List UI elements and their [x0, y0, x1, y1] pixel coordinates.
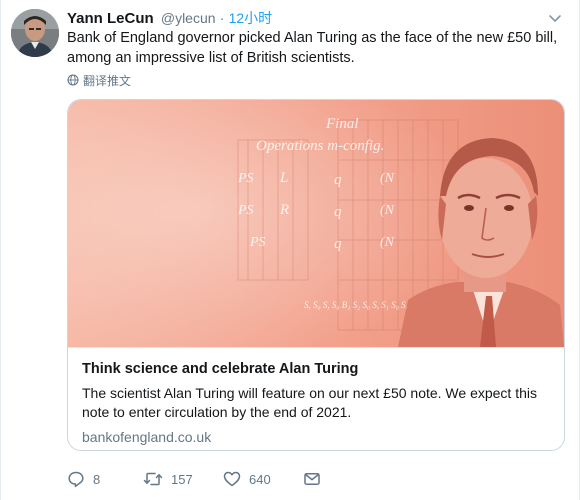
retweet-icon: [143, 472, 163, 486]
author-handle[interactable]: @ylecun: [161, 10, 216, 26]
translate-link[interactable]: 翻译推文: [67, 72, 131, 88]
direct-message-button[interactable]: [303, 470, 343, 488]
card-image-text: q: [334, 236, 342, 252]
card-image-text: S, S₀ S, S₀ B₁ S₂ S₀ S, S₁ S₀ S₀ B₂: [304, 300, 420, 310]
card-image[interactable]: Final Operations m-config. PS L q (N PS …: [68, 100, 564, 347]
reply-count: 8: [93, 471, 101, 487]
retweet-count: 157: [171, 471, 193, 487]
card-domain[interactable]: bankofengland.co.uk: [82, 428, 550, 446]
tweet[interactable]: Yann LeCun @ylecun · 12小时 Bank of Englan…: [0, 0, 580, 500]
like-count: 640: [249, 471, 271, 487]
like-button[interactable]: 640: [223, 470, 303, 488]
reply-icon: [68, 471, 84, 488]
card-description: The scientist Alan Turing will feature o…: [82, 385, 537, 420]
retweet-button[interactable]: 157: [143, 470, 223, 488]
heart-icon: [223, 471, 241, 487]
chevron-down-icon[interactable]: [545, 8, 565, 28]
tweet-header: Yann LeCun @ylecun · 12小时: [67, 8, 272, 28]
envelope-icon: [304, 473, 320, 485]
card-image-text: q: [334, 204, 342, 220]
separator-dot: ·: [219, 10, 225, 26]
card-image-text: (N: [380, 235, 395, 250]
card-image-text: Final: [325, 116, 359, 132]
tweet-actions: 8 157 640: [67, 467, 343, 491]
tweet-timestamp[interactable]: 12小时: [229, 10, 273, 26]
tweet-text: Bank of England governor picked Alan Tur…: [67, 30, 558, 66]
link-card[interactable]: Final Operations m-config. PS L q (N PS …: [67, 99, 565, 451]
card-image-text: PS: [249, 235, 266, 250]
card-image-text: q: [334, 172, 342, 188]
card-body[interactable]: Think science and celebrate Alan Turing …: [68, 347, 564, 450]
card-title[interactable]: Think science and celebrate Alan Turing: [82, 360, 550, 378]
author-name[interactable]: Yann LeCun: [67, 10, 154, 27]
avatar-image: [11, 9, 59, 57]
avatar[interactable]: [11, 9, 59, 57]
translate-label: 翻译推文: [83, 73, 132, 88]
card-image-text: PS: [237, 171, 254, 186]
card-image-text: R: [279, 202, 289, 218]
globe-icon: [67, 74, 79, 86]
card-image-text: L: [279, 170, 288, 186]
card-image-text: (N: [380, 171, 395, 186]
card-image-text: (N: [380, 203, 395, 218]
card-image-text: Operations m-config.: [256, 138, 384, 154]
reply-button[interactable]: 8: [67, 470, 143, 488]
card-image-text: PS: [237, 203, 254, 218]
